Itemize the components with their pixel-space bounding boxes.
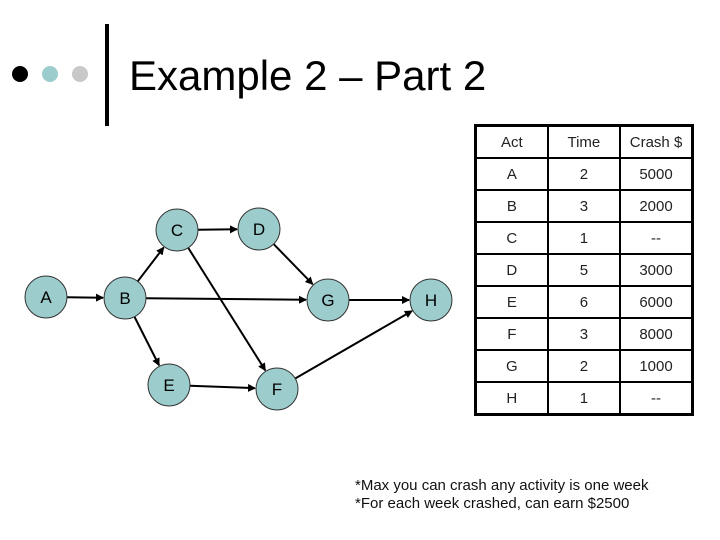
header-act: Act	[474, 124, 549, 159]
cell-time: 1	[546, 381, 622, 416]
edge-d-g	[272, 243, 314, 285]
node-a: A	[24, 275, 68, 319]
node-g: G	[306, 278, 350, 322]
cell-act: F	[474, 317, 549, 351]
table-row: A 2 5000	[474, 157, 694, 191]
footnotes: *Max you can crash any activity is one w…	[355, 477, 648, 513]
node-d: D	[237, 207, 281, 251]
cell-crash-cost: 8000	[619, 317, 694, 351]
node-label: C	[171, 221, 183, 240]
footnote-max-crash: *Max you can crash any activity is one w…	[355, 477, 649, 494]
network-diagram: A B C D E F G H	[24, 207, 453, 411]
table-row: C 1 --	[474, 221, 694, 255]
cell-act: C	[474, 221, 549, 255]
cell-crash-cost: 6000	[619, 285, 694, 319]
table-header-row: Act Time Crash $	[474, 124, 694, 159]
table-row: H 1 --	[474, 381, 694, 416]
edge-f-h	[294, 310, 413, 380]
cell-time: 3	[546, 189, 622, 223]
table-row: G 2 1000	[474, 349, 694, 383]
footnote-earn: *For each week crashed, can earn $2500	[355, 495, 630, 512]
cell-act: D	[474, 253, 549, 287]
cell-act: A	[474, 157, 549, 191]
cell-act: H	[474, 381, 549, 416]
edge-b-c	[136, 246, 165, 282]
node-label: A	[40, 288, 52, 307]
cell-act: G	[474, 349, 549, 383]
cell-crash-cost: --	[619, 221, 694, 255]
edge-b-e	[133, 316, 160, 367]
edge-c-f	[187, 247, 267, 372]
cell-time: 2	[546, 349, 622, 383]
edge-e-f	[189, 383, 257, 392]
header-crash-cost: Crash $	[619, 124, 694, 159]
cell-act: B	[474, 189, 549, 223]
table-row: F 3 8000	[474, 317, 694, 351]
cell-time: 6	[546, 285, 622, 319]
cell-time: 5	[546, 253, 622, 287]
cell-time: 2	[546, 157, 622, 191]
cell-time: 1	[546, 221, 622, 255]
edge-b-g	[145, 295, 308, 304]
node-label: G	[321, 291, 334, 310]
cell-crash-cost: 3000	[619, 253, 694, 287]
cell-time: 3	[546, 317, 622, 351]
header-time: Time	[546, 124, 622, 159]
cell-act: E	[474, 285, 549, 319]
table-row: B 3 2000	[474, 189, 694, 223]
node-label: H	[425, 291, 437, 310]
node-label: F	[272, 380, 282, 399]
node-f: F	[255, 367, 299, 411]
cell-crash-cost: --	[619, 381, 694, 416]
node-c: C	[155, 208, 199, 252]
table-row: E 6 6000	[474, 285, 694, 319]
node-h: H	[409, 278, 453, 322]
node-b: B	[103, 276, 147, 320]
node-label: E	[163, 376, 174, 395]
node-e: E	[147, 363, 191, 407]
cell-crash-cost: 5000	[619, 157, 694, 191]
node-label: D	[253, 220, 265, 239]
cell-crash-cost: 2000	[619, 189, 694, 223]
activity-table: Act Time Crash $ A 2 5000 B 3 2000 C 1 -- D 5 3000 E…	[474, 124, 694, 416]
cell-crash-cost: 1000	[619, 349, 694, 383]
node-label: B	[119, 289, 130, 308]
table-row: D 5 3000	[474, 253, 694, 287]
